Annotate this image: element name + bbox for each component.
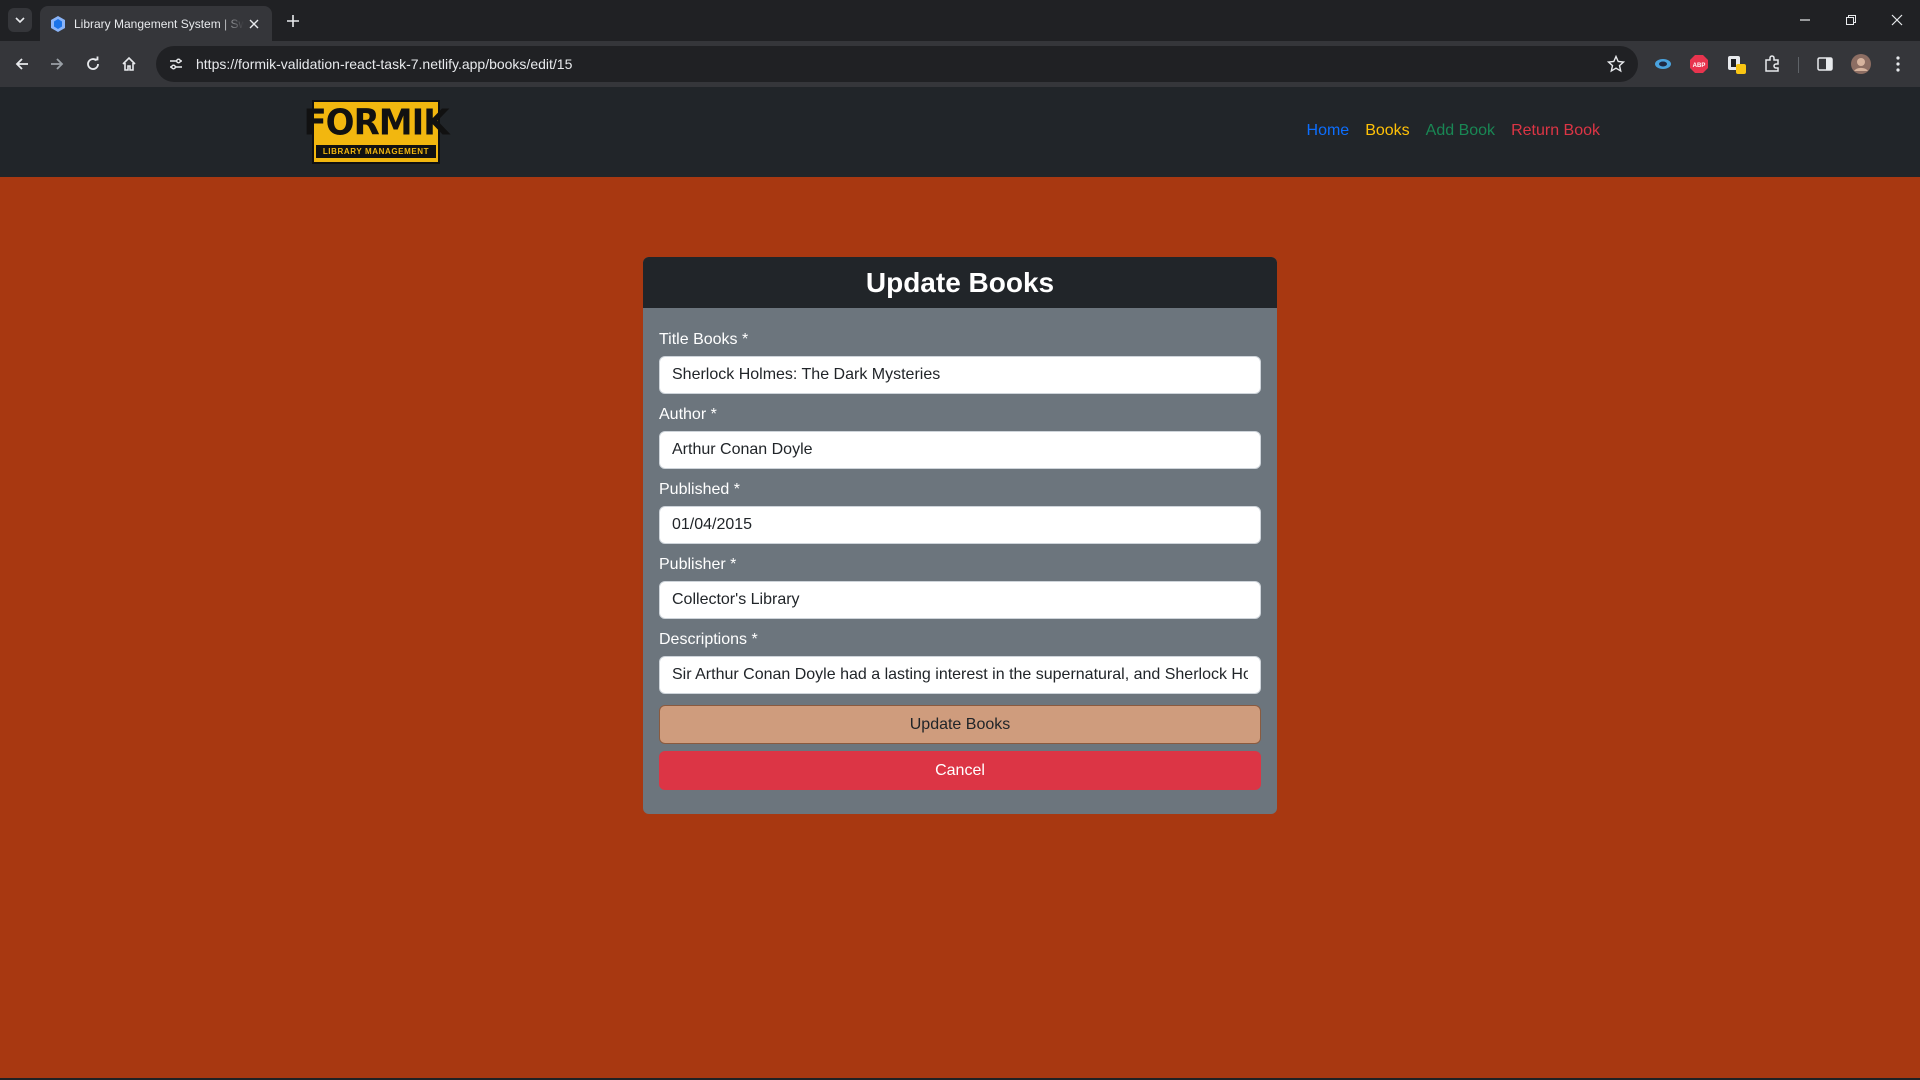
logo-sub-text: LIBRARY MANAGEMENT bbox=[316, 145, 436, 158]
author-input[interactable] bbox=[659, 431, 1261, 469]
browser-tab-active[interactable]: Library Mangement System | Sw bbox=[40, 6, 272, 41]
published-date-input[interactable] bbox=[659, 506, 1261, 544]
svg-text:ABP: ABP bbox=[1693, 63, 1706, 69]
adblock-extension-icon[interactable]: ABP bbox=[1687, 52, 1711, 76]
favicon-icon bbox=[50, 15, 66, 32]
tab-search-button[interactable] bbox=[8, 8, 32, 32]
minimize-button[interactable] bbox=[1790, 8, 1820, 32]
site-settings-icon[interactable] bbox=[162, 50, 190, 78]
toolbar-separator bbox=[1798, 57, 1799, 73]
title-label: Title Books * bbox=[659, 331, 749, 348]
extension-badge-icon[interactable] bbox=[1724, 52, 1748, 76]
browser-toolbar: https://formik-validation-react-task-7.n… bbox=[0, 41, 1920, 87]
logo-main-text: FORMIK bbox=[303, 102, 449, 144]
cancel-button[interactable]: Cancel bbox=[659, 751, 1261, 790]
title-input[interactable] bbox=[659, 356, 1261, 394]
profile-avatar[interactable] bbox=[1849, 52, 1873, 76]
author-label: Author * bbox=[659, 406, 717, 423]
bookmark-star-icon[interactable] bbox=[1606, 54, 1626, 74]
side-panel-icon[interactable] bbox=[1813, 52, 1837, 76]
browser-menu-icon[interactable] bbox=[1886, 52, 1910, 76]
home-button[interactable] bbox=[117, 52, 141, 76]
forward-button[interactable] bbox=[45, 52, 69, 76]
extensions-puzzle-icon[interactable] bbox=[1760, 52, 1784, 76]
update-book-form: Title Books * Author * Published * Publi… bbox=[643, 308, 1277, 790]
nav-link-return-book[interactable]: Return Book bbox=[1511, 122, 1600, 140]
home-icon bbox=[122, 56, 136, 71]
descriptions-label: Descriptions * bbox=[659, 631, 758, 648]
update-books-button[interactable]: Update Books bbox=[659, 705, 1261, 744]
tab-title: Library Mangement System | Sw bbox=[74, 16, 244, 31]
plus-icon bbox=[287, 15, 299, 27]
address-bar[interactable]: https://formik-validation-react-task-7.n… bbox=[156, 46, 1638, 82]
arrow-left-icon bbox=[15, 58, 28, 70]
reload-button[interactable] bbox=[81, 52, 105, 76]
published-label: Published * bbox=[659, 481, 740, 498]
arrow-right-icon bbox=[51, 58, 64, 70]
card-heading: Update Books bbox=[643, 257, 1277, 308]
new-tab-button[interactable] bbox=[282, 10, 304, 32]
update-book-card: Update Books Title Books * Author * Publ… bbox=[643, 257, 1277, 814]
descriptions-input[interactable] bbox=[659, 656, 1261, 694]
back-button[interactable] bbox=[10, 52, 34, 76]
restore-button[interactable] bbox=[1836, 8, 1866, 32]
nav-links: Home Books Add Book Return Book bbox=[1307, 122, 1600, 140]
minimize-icon bbox=[1800, 19, 1810, 21]
browser-tabstrip: Library Mangement System | Sw bbox=[0, 0, 1920, 41]
chevron-down-icon bbox=[15, 17, 25, 24]
formik-logo[interactable]: FORMIK LIBRARY MANAGEMENT bbox=[303, 100, 450, 164]
restore-icon bbox=[1846, 15, 1856, 25]
nav-link-add-book[interactable]: Add Book bbox=[1426, 122, 1495, 140]
close-icon bbox=[1891, 14, 1903, 26]
publisher-label: Publisher * bbox=[659, 556, 737, 573]
publisher-input[interactable] bbox=[659, 581, 1261, 619]
close-window-button[interactable] bbox=[1882, 8, 1912, 32]
site-navbar: FORMIK LIBRARY MANAGEMENT Home Books Add… bbox=[0, 87, 1920, 177]
url-text: https://formik-validation-react-task-7.n… bbox=[196, 56, 573, 72]
nav-link-books[interactable]: Books bbox=[1365, 122, 1409, 140]
extension-cloud-icon[interactable] bbox=[1651, 52, 1675, 76]
nav-link-home[interactable]: Home bbox=[1307, 122, 1350, 140]
reload-icon bbox=[87, 56, 99, 70]
tab-close-icon[interactable] bbox=[246, 16, 262, 32]
